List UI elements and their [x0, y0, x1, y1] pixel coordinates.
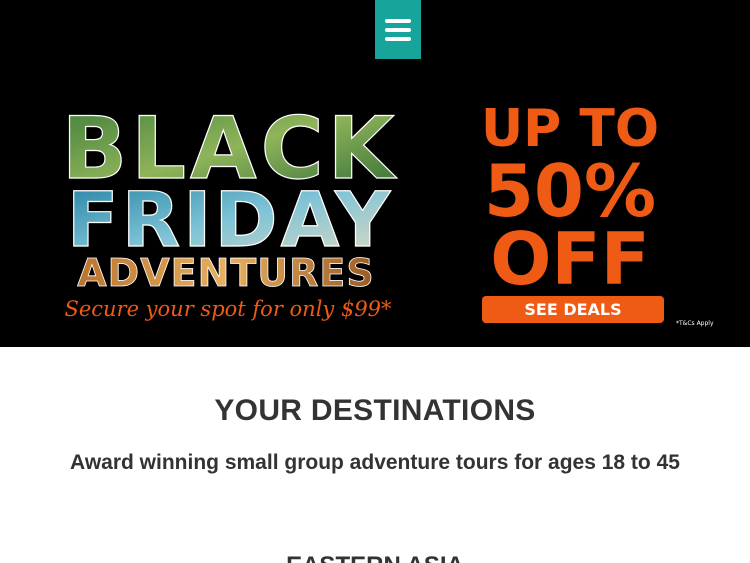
- banner-tagline: Secure your spot for only $99*: [64, 297, 392, 321]
- hamburger-menu-icon-bar: [385, 27, 411, 32]
- banner-line-adventures: ADVENTURES: [77, 251, 375, 295]
- offer-line-off: OFF: [490, 217, 650, 301]
- top-navigation-bar: [0, 0, 750, 66]
- destinations-section: YOUR DESTINATIONS Award winning small gr…: [0, 347, 750, 563]
- page-subtitle: Award winning small group adventure tour…: [70, 451, 680, 474]
- see-deals-button[interactable]: SEE DEALS: [482, 296, 664, 323]
- region-heading: EASTERN ASIA: [0, 552, 750, 563]
- hamburger-menu-icon: [385, 18, 411, 23]
- terms-disclaimer: *T&Cs Apply: [676, 320, 714, 327]
- hamburger-menu-icon-bar: [385, 36, 411, 41]
- page-title: YOUR DESTINATIONS: [214, 394, 536, 427]
- hamburger-menu-button[interactable]: [375, 0, 421, 59]
